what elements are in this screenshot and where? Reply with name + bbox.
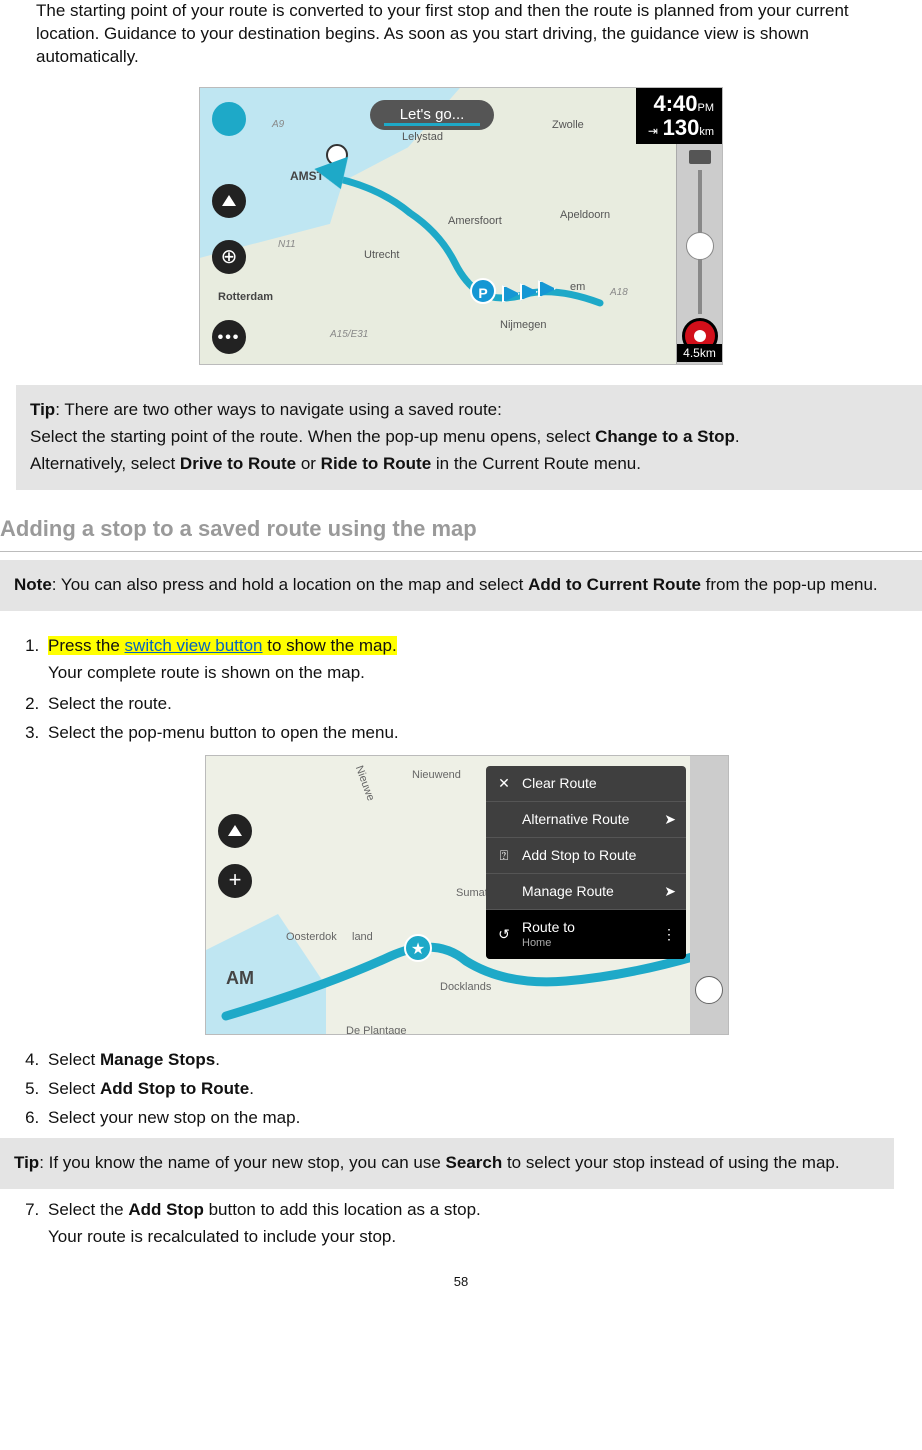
step-sub: Your complete route is shown on the map.: [48, 662, 886, 685]
lets-go-button[interactable]: Let's go...: [370, 100, 494, 130]
step-item: Press the switch view button to show the…: [44, 635, 886, 685]
town-label: AM: [226, 966, 254, 990]
eta-distance: 130: [663, 115, 700, 140]
menu-item-alternative-route[interactable]: Alternative Route ➤: [486, 802, 686, 838]
town-label: Nieuwend: [412, 768, 461, 783]
note-line: Note: You can also press and hold a loca…: [14, 574, 908, 597]
note-box: Note: You can also press and hold a loca…: [0, 560, 922, 611]
kebab-icon[interactable]: ⋮: [662, 925, 676, 944]
tip-box: Tip: There are two other ways to navigat…: [16, 385, 922, 490]
town-label: Lelystad: [402, 130, 443, 145]
page-number: 58: [0, 1273, 922, 1291]
road-label: A15/E31: [330, 328, 368, 342]
town-label: Utrecht: [364, 248, 399, 263]
step-item: Select Manage Stops.: [44, 1049, 886, 1072]
steps-list: Press the switch view button to show the…: [0, 635, 922, 1248]
star-marker-icon: ★: [404, 934, 432, 962]
pan-up-icon[interactable]: [218, 814, 252, 848]
step-item: Select the Add Stop button to add this l…: [44, 1199, 886, 1249]
popup-map-figure: Nieuwend Sumatrakade Oosterdok land Dock…: [205, 755, 729, 1035]
step-sub: Your route is recalculated to include yo…: [48, 1226, 886, 1249]
eta-distance-unit: km: [699, 126, 714, 138]
town-label: Amersfoort: [448, 214, 502, 229]
close-icon: ✕: [496, 774, 512, 793]
stop-marker-icon: [520, 283, 538, 301]
pan-up-icon[interactable]: [212, 184, 246, 218]
lets-go-label: Let's go...: [400, 106, 465, 123]
zoom-in-icon[interactable]: +: [218, 864, 252, 898]
car-icon: [689, 150, 711, 164]
guidance-map-figure: Lelystad Zwolle Amersfoort Apeldoorn Utr…: [199, 87, 723, 365]
town-label: Oosterdok: [286, 930, 337, 945]
progress-bar: [384, 123, 480, 126]
menu-label: Add Stop to Route: [522, 846, 636, 865]
tip-box: Tip: If you know the name of your new st…: [0, 1138, 894, 1189]
menu-label: Manage Route: [522, 882, 614, 901]
step-item: Select the route.: [44, 693, 886, 716]
step-item: Select Add Stop to Route.: [44, 1078, 886, 1101]
zoom-in-icon[interactable]: ⊕: [212, 240, 246, 274]
road-label: A9: [272, 118, 284, 132]
menu-icon[interactable]: •••: [212, 320, 246, 354]
road-label: A18: [610, 286, 628, 300]
step-item: Select the pop-menu button to open the m…: [44, 722, 886, 1035]
chevron-right-icon: ➤: [664, 810, 676, 829]
switch-view-link[interactable]: switch view button: [125, 636, 263, 655]
step-item: Select your new stop on the map. Tip: If…: [44, 1107, 886, 1189]
road-label: N11: [278, 238, 296, 252]
stop-marker-icon: [538, 280, 556, 298]
fuel-icon: [686, 232, 714, 260]
chevron-right-icon: ➤: [664, 882, 676, 901]
route-bar: [690, 756, 728, 1034]
compass-icon[interactable]: [212, 102, 246, 136]
routebar-distance: 4.5km: [677, 344, 722, 362]
menu-item-manage-route[interactable]: Manage Route ➤: [486, 874, 686, 910]
menu-item-clear-route[interactable]: ✕ Clear Route: [486, 766, 686, 802]
parking-marker-icon: P: [470, 278, 496, 304]
tip-line: Tip: There are two other ways to navigat…: [30, 399, 908, 422]
eta-info-panel: 4:40PM ⇥ 130km: [636, 88, 722, 144]
highlighted-text: Press the switch view button to show the…: [48, 636, 397, 655]
stop-marker-icon: [502, 285, 520, 303]
tip-line: Tip: If you know the name of your new st…: [14, 1152, 880, 1175]
section-divider: [0, 551, 922, 552]
recent-icon: ↺: [496, 925, 512, 944]
section-heading: Adding a stop to a saved route using the…: [0, 514, 922, 546]
menu-label: Route to Home: [522, 918, 575, 952]
menu-label: Clear Route: [522, 774, 597, 793]
town-label: De Plantage: [346, 1024, 407, 1035]
menu-label: Alternative Route: [522, 810, 629, 829]
fuel-icon: [695, 976, 723, 1004]
eta-time: 4:40: [653, 91, 697, 116]
town-label: Docklands: [440, 980, 491, 995]
tip-line: Select the starting point of the route. …: [30, 426, 908, 449]
town-label: land: [352, 930, 373, 945]
add-stop-icon: ⍰: [496, 846, 512, 865]
route-popup-menu: ✕ Clear Route Alternative Route ➤ ⍰ Add …: [486, 766, 686, 959]
intro-paragraph: The starting point of your route is conv…: [0, 0, 922, 69]
eta-ampm: PM: [698, 102, 715, 114]
town-label: Zwolle: [552, 118, 584, 133]
town-label: em: [570, 280, 585, 295]
town-label: Nijmegen: [500, 318, 546, 333]
menu-item-route-to[interactable]: ↺ Route to Home ⋮: [486, 910, 686, 960]
tip-line: Alternatively, select Drive to Route or …: [30, 453, 908, 476]
town-label: Rotterdam: [218, 290, 273, 305]
route-bar: 4.5km: [676, 144, 722, 364]
town-label: Apeldoorn: [560, 208, 610, 223]
menu-item-add-stop[interactable]: ⍰ Add Stop to Route: [486, 838, 686, 874]
